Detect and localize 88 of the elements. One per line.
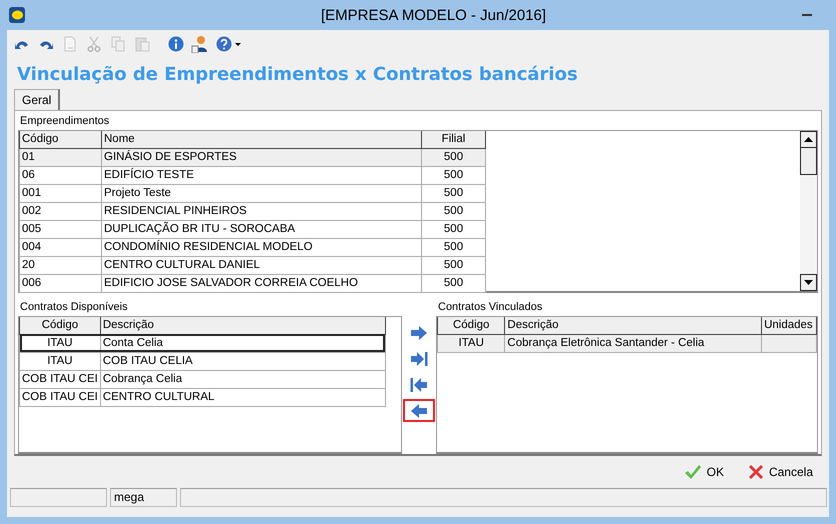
arrow-left-bar-icon [410,376,428,392]
table-cell: Cobrança Eletrônica Santander - Celia [504,334,762,352]
table-cell: GINÁSIO DE ESPORTES [102,148,422,166]
group-label: Empreendimentos [19,114,110,129]
group-label: Contratos Disponíveis [19,300,129,315]
table-row[interactable]: ITAU Conta Celia [20,334,386,352]
column-header[interactable]: Nome [102,131,422,148]
column-header[interactable]: Código [20,317,100,334]
table-row[interactable]: 001 Projeto Teste 500 [20,184,486,202]
table-cell: ITAU [20,352,100,370]
scroll-up-button[interactable] [800,131,817,148]
arrow-left-icon [410,402,428,418]
document-icon [64,36,76,52]
table-cell: 500 [422,256,486,274]
column-header[interactable]: Unidades [762,317,816,334]
table-cell: EDIFÍCIO TESTE [102,166,422,184]
table-cell: 500 [422,166,486,184]
info-icon [168,36,184,52]
table-row[interactable]: ITAU COB ITAU CELIA [20,352,386,370]
table-cell: 500 [422,274,486,292]
table-cell: ITAU [438,334,505,352]
table-cell: DUPLICAÇÃO BR ITU - SOROCABA [102,220,422,238]
column-header[interactable]: Filial [422,131,486,148]
scroll-down-button[interactable] [800,274,817,291]
status-user: mega [110,488,177,507]
table-cell: EDIFICIO JOSE SALVADOR CORREIA COELHO [102,274,422,292]
table-cell: 500 [422,202,486,220]
table-cell: 500 [422,184,486,202]
arrow-right-icon [410,324,428,340]
table-cell: Conta Celia [100,334,386,352]
table-row[interactable]: 002 RESIDENCIAL PINHEIROS 500 [20,202,486,220]
table-cell: RESIDENCIAL PINHEIROS [102,202,422,220]
window-title: [EMPRESA MODELO - Jun/2016] [320,6,548,24]
column-header[interactable]: Código [20,131,102,148]
user-icon [191,35,209,53]
table-cell: Projeto Teste [102,184,422,202]
ok-button[interactable]: OK [682,462,726,482]
table-cell: CONDOMÍNIO RESIDENCIAL MODELO [102,238,422,256]
table-row[interactable]: 01 GINÁSIO DE ESPORTES 500 [20,148,486,166]
table-row[interactable]: 006 EDIFICIO JOSE SALVADOR CORREIA COELHO 500 [20,274,486,292]
table-cell: CENTRO CULTURAL DANIEL [102,256,422,274]
copy-icon [110,36,126,52]
arrow-right-bar-icon [410,350,428,366]
column-header[interactable]: Código [438,317,505,334]
table-cell: 500 [422,220,486,238]
table-row[interactable]: 20 CENTRO CULTURAL DANIEL 500 [20,256,486,274]
table-cell: 002 [20,202,102,220]
table-cell: CENTRO CULTURAL [100,388,386,406]
page-heading: Vinculação de Empreendimentos x Contratos bancários [16,63,579,87]
table-row[interactable]: 005 DUPLICAÇÃO BR ITU - SOROCABA 500 [20,220,486,238]
table-cell: COB ITAU CEI [20,370,100,388]
scissors-icon [87,36,101,52]
scrollbar[interactable] [800,131,817,291]
toolbar-button[interactable] [191,35,209,53]
column-header[interactable]: Descrição [100,317,386,334]
table-cell: COB ITAU CELIA [100,352,386,370]
toolbar-button[interactable] [167,35,185,53]
checkmark-icon [684,464,702,480]
help-icon [216,36,242,52]
table-row[interactable]: 06 EDIFÍCIO TESTE 500 [20,166,486,184]
table-cell: 004 [20,238,102,256]
toolbar-button[interactable] [215,35,243,53]
triangle-up-icon [804,137,813,142]
scroll-thumb[interactable] [800,147,817,175]
table-cell: 500 [422,238,486,256]
close-icon [748,464,764,480]
table-cell: 500 [422,148,486,166]
table-row[interactable]: ITAU Cobrança Eletrônica Santander - Celia [438,334,816,352]
transfer-button[interactable] [403,399,435,422]
clipboard-icon [134,36,150,52]
table-cell: ITAU [20,334,100,352]
table-row[interactable]: 004 CONDOMÍNIO RESIDENCIAL MODELO 500 [20,238,486,256]
group-label: Contratos Vinculados [437,300,544,315]
table-cell: 005 [20,220,102,238]
table-cell: 001 [20,184,102,202]
table-cell: COB ITAU CEI [20,388,100,406]
table-row[interactable]: COB ITAU CEI CENTRO CULTURAL [20,388,386,406]
column-header[interactable]: Descrição [504,317,762,334]
cancel-button[interactable]: Cancela [746,462,815,482]
table-cell: 06 [20,166,102,184]
table-cell: 006 [20,274,102,292]
app-logo-icon [9,7,25,23]
tab[interactable]: Geral [14,89,60,110]
table-cell: Cobrança Celia [100,370,386,388]
table-cell: 20 [20,256,102,274]
triangle-down-icon [804,280,813,285]
table-row[interactable]: COB ITAU CEI Cobrança Celia [20,370,386,388]
table-cell: 01 [20,148,102,166]
